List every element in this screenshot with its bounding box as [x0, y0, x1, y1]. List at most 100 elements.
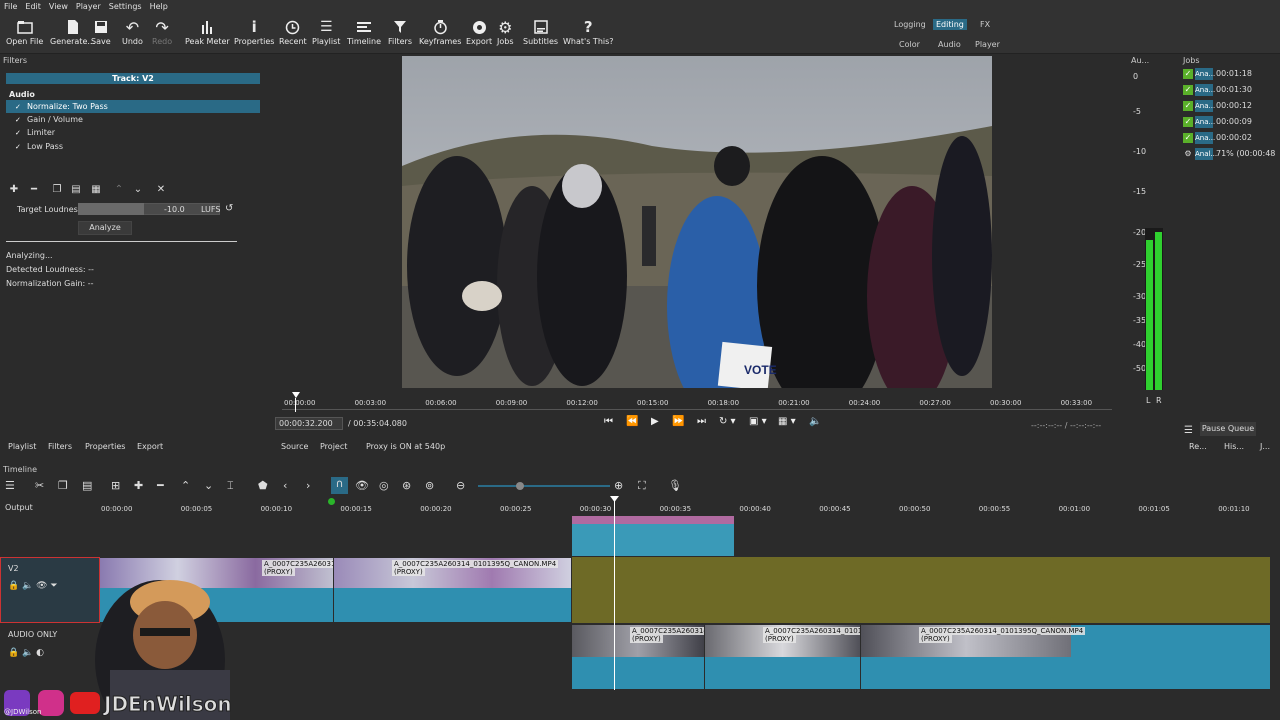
tab-export[interactable]: Export [137, 442, 163, 451]
layout-color[interactable]: Color [899, 40, 920, 49]
checkbox-icon[interactable]: ✓ [15, 141, 22, 154]
open-file-button[interactable]: Open File [6, 17, 43, 46]
undo-button[interactable]: ↶ Undo [122, 17, 143, 47]
play-button[interactable]: ▶ [651, 416, 659, 427]
playlist-button[interactable]: ☰ Playlist [312, 17, 340, 46]
menu-view[interactable]: View [45, 0, 72, 14]
playhead-marker[interactable] [292, 392, 300, 400]
checkbox-icon[interactable]: ✓ [15, 127, 22, 140]
tab-playlist[interactable]: Playlist [8, 442, 36, 451]
paste-button[interactable]: ▤ [82, 479, 92, 492]
record-audio-button[interactable]: 🎙 [668, 479, 682, 492]
ripple-all-button[interactable]: ⊛ [402, 479, 411, 492]
copy-filter-button[interactable]: ❐ [50, 182, 64, 196]
zoom-slider-handle[interactable] [516, 482, 524, 490]
paste-filter-button[interactable]: ▤ [69, 182, 83, 196]
jobs-button[interactable]: ⚙ Jobs [497, 17, 514, 47]
filter-item[interactable]: ✓ Normalize: Two Pass [6, 100, 260, 113]
timeline-button[interactable]: Timeline [347, 17, 381, 46]
overwrite-button[interactable]: ⌃ [181, 479, 190, 492]
filter-item[interactable]: ✓ Limiter [6, 126, 260, 139]
grid-button[interactable]: ▦ ▾ [778, 416, 796, 427]
ripple-delete-button[interactable]: ✚ [134, 479, 143, 492]
zoom-slider[interactable] [478, 485, 610, 487]
layout-fx[interactable]: FX [980, 20, 990, 29]
tab-project[interactable]: Project [320, 442, 347, 451]
snap-button[interactable]: ∩ [331, 477, 348, 494]
tab-properties[interactable]: Properties [85, 442, 125, 451]
zoom-button[interactable]: ▣ ▾ [749, 416, 767, 427]
move-down-button[interactable]: ⌄ [131, 182, 145, 196]
menu-file[interactable]: File [0, 0, 21, 14]
tab-filters[interactable]: Filters [48, 442, 72, 451]
keyframes-button[interactable]: Keyframes [419, 17, 461, 46]
save-button[interactable]: Save [91, 17, 111, 46]
ripple-markers-button[interactable]: ⊚ [425, 479, 434, 492]
timeline-playhead[interactable] [614, 498, 615, 690]
menu-player[interactable]: Player [72, 0, 105, 14]
marker-button[interactable]: ⬟ [258, 479, 268, 492]
target-loudness-value[interactable]: -10.0 [164, 205, 185, 214]
job-item[interactable]: ✓ Ana...00:01:30 [1183, 84, 1279, 98]
timeline-marker[interactable] [328, 498, 335, 505]
clip-audio-3[interactable]: A_0007C235A260314_0101395Q_CANON.MP4 (PR… [861, 625, 1270, 689]
tab-recent[interactable]: Re... [1189, 442, 1207, 451]
menu-help[interactable]: Help [146, 0, 172, 14]
layout-logging[interactable]: Logging [894, 20, 926, 29]
fast-forward-button[interactable]: ⏩ [672, 416, 684, 427]
recent-button[interactable]: Recent [279, 17, 307, 46]
layout-audio[interactable]: Audio [938, 40, 961, 49]
next-marker-button[interactable]: › [306, 479, 310, 492]
generate-button[interactable]: Generate... [50, 17, 95, 46]
prev-marker-button[interactable]: ‹ [283, 479, 287, 492]
job-item[interactable]: ⚙ Anal...71% (00:00:48 [1183, 148, 1279, 162]
jobs-menu-icon[interactable]: ☰ [1184, 425, 1193, 436]
properties-button[interactable]: i Properties [234, 17, 274, 46]
layout-player[interactable]: Player [975, 40, 1000, 49]
export-button[interactable]: Export [466, 17, 492, 46]
clip-v2-2[interactable]: A_0007C235A260314_0101395Q_CANON.MP4 (PR… [334, 558, 571, 622]
volume-button[interactable]: 🔈 [809, 416, 821, 427]
clip-audio-2[interactable]: A_0007C235A260314_010139 (PROXY) [705, 625, 860, 689]
tab-source[interactable]: Source [281, 442, 308, 451]
subtitles-button[interactable]: Subtitles [523, 17, 558, 46]
filter-item[interactable]: ✓ Low Pass [6, 140, 260, 153]
loop-button[interactable]: ↻ ▾ [719, 416, 736, 427]
player-ruler[interactable] [282, 390, 1112, 410]
append-button[interactable]: ⊞ [111, 479, 120, 492]
lift-button[interactable]: ━ [157, 479, 164, 492]
ripple-button[interactable]: ◎ [379, 479, 389, 492]
filters-button[interactable]: Filters [388, 17, 412, 46]
timeline-playhead-marker[interactable] [610, 496, 619, 503]
split-button[interactable]: ⌶ [227, 479, 234, 493]
copy-button[interactable]: ❐ [58, 479, 68, 492]
timecode-input[interactable]: 00:00:32.200 [275, 417, 343, 430]
zoom-fit-button[interactable]: ⛶ [638, 479, 646, 493]
whats-this-button[interactable]: ? What's This? [563, 17, 614, 46]
job-item[interactable]: ✓ Ana...00:01:18 [1183, 68, 1279, 82]
job-item[interactable]: ✓ Ana...00:00:02 [1183, 132, 1279, 146]
video-preview[interactable]: VOTE [402, 56, 992, 388]
reset-icon[interactable]: ↺ [225, 203, 233, 214]
zoom-out-button[interactable]: ⊖ [456, 479, 465, 492]
save-preset-button[interactable]: ▦ [89, 182, 103, 196]
timeline-menu-button[interactable]: ☰ [5, 479, 15, 492]
menu-settings[interactable]: Settings [105, 0, 146, 14]
peak-meter-button[interactable]: Peak Meter [185, 17, 230, 46]
skip-next-button[interactable]: ⏭ [697, 416, 706, 427]
output-track-label[interactable]: Output [5, 503, 33, 512]
zoom-in-button[interactable]: ⊕ [614, 479, 623, 492]
move-up-button[interactable]: ⌃ [112, 182, 126, 196]
filter-item[interactable]: ✓ Gain / Volume [6, 113, 260, 126]
clip-top[interactable] [572, 516, 734, 556]
rewind-button[interactable]: ⏪ [626, 416, 638, 427]
deselect-filter-button[interactable]: ✕ [154, 182, 168, 196]
layout-editing[interactable]: Editing [933, 19, 967, 30]
scrub-button[interactable]: 👁 [355, 479, 369, 492]
analyze-button[interactable]: Analyze [78, 221, 132, 235]
skip-previous-button[interactable]: ⏮ [604, 416, 613, 427]
clip-audio-1[interactable]: A_0007C235A260314_ (PROXY) [572, 625, 704, 689]
tab-history[interactable]: His... [1224, 442, 1244, 451]
insert-button[interactable]: ⌄ [204, 479, 213, 492]
pause-queue-button[interactable]: Pause Queue [1200, 422, 1256, 436]
